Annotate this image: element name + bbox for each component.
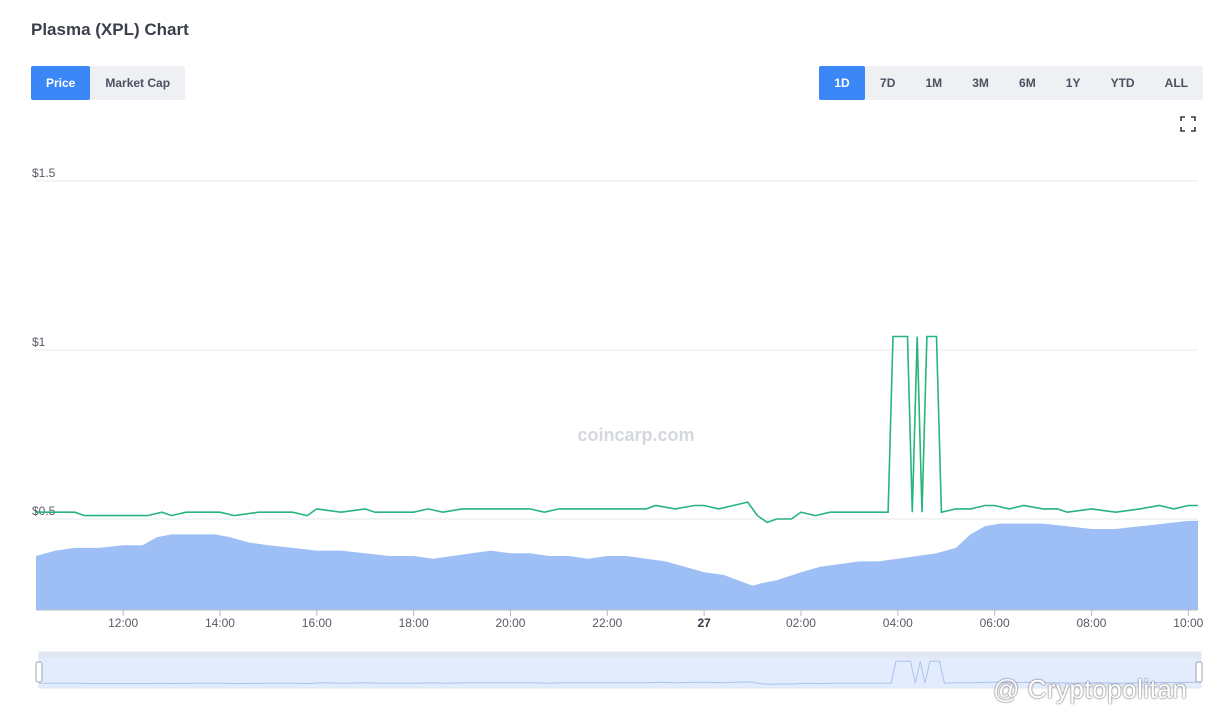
x-tick-label: 06:00 <box>980 616 1010 630</box>
x-tick-label: 18:00 <box>399 616 429 630</box>
navigator-left-handle[interactable] <box>35 661 43 683</box>
navigator-right-handle[interactable] <box>1195 661 1203 683</box>
y-tick-label: $1 <box>32 335 46 349</box>
x-tick-label: 20:00 <box>495 616 525 630</box>
x-tick-label: 27 <box>697 616 711 630</box>
x-tick-label: 16:00 <box>302 616 332 630</box>
x-tick-label: 14:00 <box>205 616 235 630</box>
chart-watermark: coincarp.com <box>577 425 694 445</box>
y-axis-labels: $0.5 $1 $1.5 <box>32 166 56 518</box>
volume-area <box>36 520 1198 610</box>
x-tick-label: 22:00 <box>592 616 622 630</box>
x-axis-ticks: 12:00 14:00 16:00 18:00 20:00 22:00 27 02:00 04:… <box>108 610 1204 630</box>
grid-lines <box>36 180 1198 520</box>
cryptopolitan-watermark: @ Cryptopolitan <box>993 674 1188 704</box>
y-tick-label: $1.5 <box>32 166 56 180</box>
x-tick-label: 10:00 <box>1173 616 1203 630</box>
x-tick-label: 08:00 <box>1076 616 1106 630</box>
price-chart: $0.5$1$1.5 coincarp.com 12:00 14:00 16:00 1… <box>32 166 1204 689</box>
x-tick-label: 12:00 <box>108 616 138 630</box>
x-tick-label: 02:00 <box>786 616 816 630</box>
y-tick-label: $0.5 <box>32 504 56 518</box>
navigator-top-bar[interactable] <box>39 652 1201 658</box>
x-tick-label: 04:00 <box>883 616 913 630</box>
